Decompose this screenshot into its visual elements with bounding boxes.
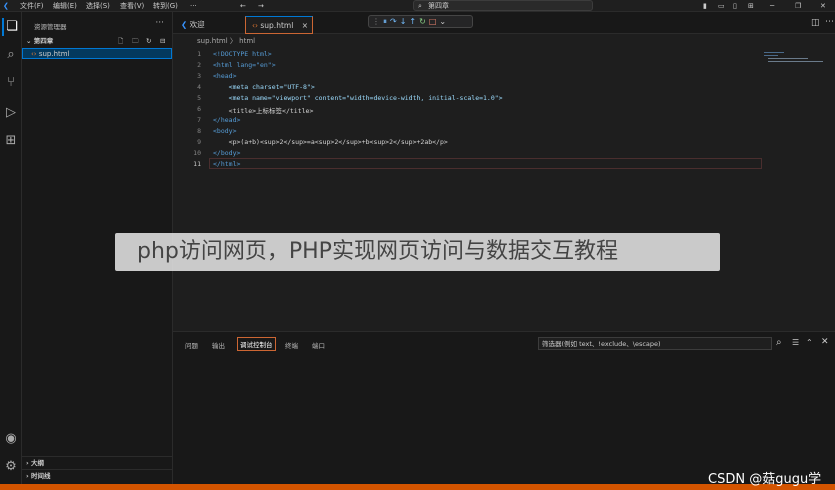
tab-problems[interactable]: 问题 — [185, 340, 198, 350]
forward-arrow-icon[interactable]: → — [258, 0, 264, 12]
search-icon: ⌕ — [418, 2, 422, 10]
menu-go[interactable]: 转到(G) — [153, 0, 178, 12]
explorer-title: 资源管理器 — [34, 23, 67, 31]
timeline-section[interactable]: › 时间线 — [22, 469, 172, 481]
source-control-icon[interactable]: ⑂ — [2, 74, 20, 92]
filter-input[interactable]: 筛选器(例如 text、!exclude、\escape) — [538, 337, 772, 350]
vscode-logo-icon: ❮ — [3, 2, 9, 10]
close-tab-icon[interactable]: × — [302, 17, 308, 34]
chevron-down-icon: ⌄ — [26, 37, 34, 45]
extensions-icon[interactable]: ⊞ — [2, 132, 20, 150]
step-over-icon[interactable]: ↷ — [390, 17, 400, 26]
activity-bar: ❏ ⌕ ⑂ ▷ ⊞ ◉ ⚙ — [0, 12, 22, 484]
html-file-icon: ‹› — [31, 50, 37, 58]
menu-view[interactable]: 查看(V) — [120, 0, 144, 12]
current-line-highlight — [209, 158, 762, 169]
explorer-more-icon[interactable]: ··· — [155, 18, 164, 28]
code-line: <p>(a+b)<sup>2</sup>=a<sup>2</sup>+b<sup… — [213, 138, 448, 146]
code-line: <meta name="viewport" content="width=dev… — [213, 94, 503, 102]
code-line: </html> — [213, 160, 241, 168]
tab-ports[interactable]: 端口 — [312, 340, 325, 350]
code-line: <!DOCTYPE html> — [213, 50, 272, 58]
toggle-secondary-sidebar-icon[interactable]: ▯ — [733, 0, 737, 12]
new-file-icon[interactable]: 🗋 — [118, 36, 127, 47]
more-actions-icon[interactable]: ⋯ — [825, 17, 834, 27]
title-bar: ❮ 文件(F) 编辑(E) 选择(S) 查看(V) 转到(G) ··· ← → … — [0, 0, 835, 12]
back-arrow-icon[interactable]: ← — [240, 0, 246, 12]
menu-file[interactable]: 文件(F) — [20, 0, 44, 12]
step-into-icon[interactable]: ↓ — [400, 17, 410, 26]
command-center-search[interactable]: ⌕ 第四章 — [413, 0, 593, 11]
code-line: </head> — [213, 116, 241, 124]
clear-console-icon[interactable]: ☰ — [792, 338, 799, 347]
vscode-logo-icon: ❮ — [181, 20, 190, 29]
code-line: <title>上标标签</title> — [213, 107, 314, 115]
chevron-up-icon[interactable]: ⌃ — [806, 338, 813, 347]
step-out-icon[interactable]: ↑ — [409, 17, 419, 26]
run-debug-icon[interactable]: ▷ — [2, 104, 20, 122]
editor-tab-bar: ❮ 欢迎 ‹› sup.html × ⋮⏸↷↓↑↻□⌄ ◫ ⋯ — [173, 12, 835, 34]
tab-terminal[interactable]: 终端 — [285, 340, 298, 350]
code-line: <body> — [213, 127, 237, 135]
bottom-panel: 问题 输出 调试控制台 终端 端口 筛选器(例如 text、!exclude、\… — [173, 331, 835, 484]
minimap[interactable] — [764, 48, 834, 78]
chevron-down-icon[interactable]: ⌄ — [439, 17, 449, 26]
split-editor-icon[interactable]: ◫ — [811, 18, 820, 28]
pause-icon[interactable]: ⏸ — [383, 17, 390, 26]
drag-handle-icon[interactable]: ⋮ — [372, 17, 383, 26]
breadcrumb[interactable]: sup.html 〉 html — [173, 35, 835, 48]
code-line: <html lang="en"> — [213, 61, 276, 69]
layout-icon[interactable]: ⊞ — [748, 0, 754, 12]
explorer-icon[interactable]: ❏ — [2, 18, 20, 36]
close-panel-icon[interactable]: ✕ — [821, 337, 829, 347]
tab-welcome[interactable]: ❮ 欢迎 — [175, 16, 243, 34]
code-line: <meta charset="UTF-8"> — [213, 83, 315, 91]
close-window-icon[interactable]: ✕ — [820, 0, 826, 12]
search-icon[interactable]: ⌕ — [776, 337, 782, 348]
debug-toolbar: ⋮⏸↷↓↑↻□⌄ — [368, 15, 473, 28]
settings-gear-icon[interactable]: ⚙ — [2, 458, 20, 476]
csdn-watermark: CSDN @菇gugu学 — [708, 472, 822, 487]
stop-icon[interactable]: □ — [429, 17, 440, 26]
account-icon[interactable]: ◉ — [2, 430, 20, 448]
menu-edit[interactable]: 编辑(E) — [53, 0, 77, 12]
menu-selection[interactable]: 选择(S) — [86, 0, 110, 12]
tab-debug-console[interactable]: 调试控制台 — [237, 337, 276, 351]
search-icon[interactable]: ⌕ — [2, 46, 20, 64]
restart-icon[interactable]: ↻ — [419, 17, 429, 26]
toggle-panel-icon[interactable]: ▭ — [718, 0, 725, 12]
code-line: <head> — [213, 72, 237, 80]
outline-section[interactable]: › 大纲 — [22, 456, 172, 468]
refresh-icon[interactable]: ↻ — [146, 36, 151, 47]
minimize-icon[interactable]: ─ — [770, 0, 774, 12]
maximize-icon[interactable]: ❐ — [795, 0, 801, 12]
collapse-all-icon[interactable]: ⊟ — [160, 36, 165, 47]
code-editor[interactable]: 1 2 3 4 5 6 7 8 9 10 11 <!DOCTYPE html> … — [173, 48, 835, 331]
file-item-sup-html[interactable]: ‹› sup.html — [22, 48, 172, 59]
code-line: </body> — [213, 149, 241, 157]
menu-more-icon[interactable]: ··· — [190, 0, 197, 12]
watermark-banner: php访问网页，PHP实现网页访问与数据交互教程 — [115, 233, 720, 271]
toggle-sidebar-icon[interactable]: ▮ — [703, 0, 707, 12]
new-folder-icon[interactable]: 🗀 — [132, 36, 139, 47]
tab-sup-html[interactable]: ‹› sup.html × — [245, 16, 313, 34]
folder-root[interactable]: ⌄ 第四章 🗋 🗀 ↻ ⊟ — [22, 36, 172, 47]
tab-output[interactable]: 输出 — [212, 340, 225, 350]
